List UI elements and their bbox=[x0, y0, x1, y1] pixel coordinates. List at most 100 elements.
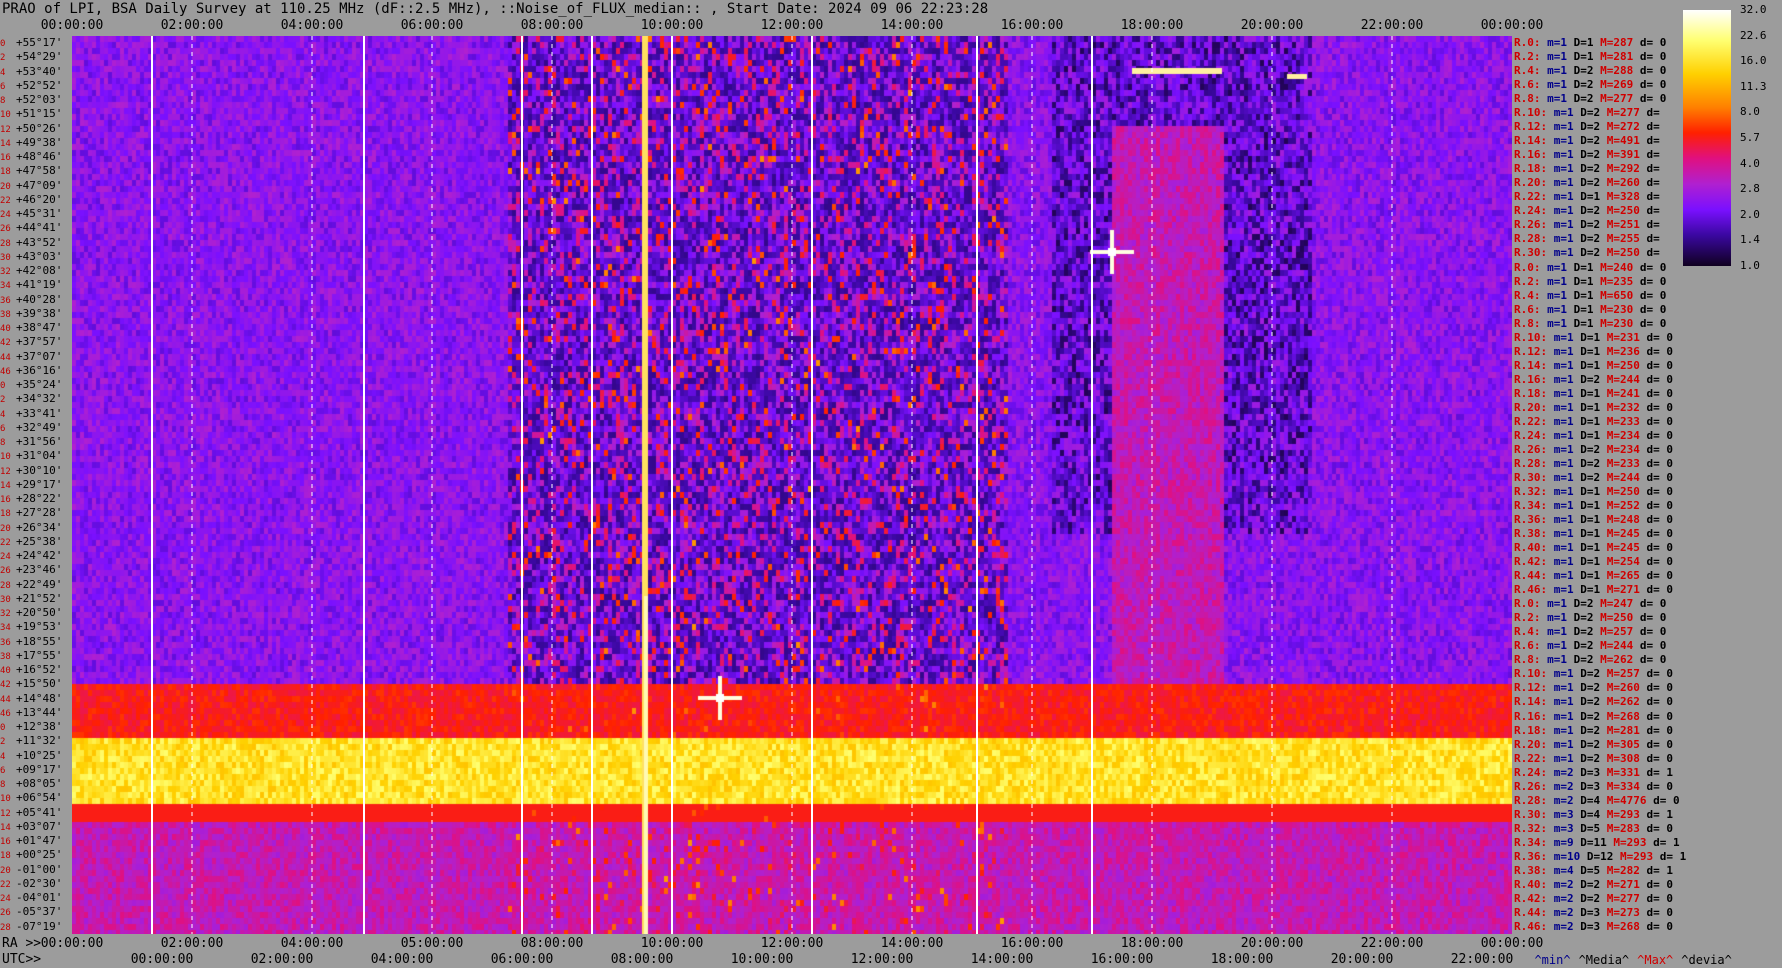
stats-mx: M=308 bbox=[1606, 751, 1647, 765]
stats-m: m=3 bbox=[1553, 807, 1581, 821]
dec-row-index: 38 bbox=[0, 309, 11, 320]
stats-m: m=1 bbox=[1553, 470, 1581, 484]
utc-tick: 20:00:00 bbox=[1330, 952, 1394, 967]
stats-mx: M=240 bbox=[1600, 260, 1640, 274]
stats-r: R.8: bbox=[1514, 92, 1548, 106]
stats-row: R.10: m=1 D=2 M=257 d= 0 bbox=[1514, 667, 1680, 681]
stats-r: R.44: bbox=[1514, 905, 1554, 919]
stats-m: m=1 bbox=[1547, 639, 1574, 653]
dec-row-index: 32 bbox=[0, 609, 11, 620]
stats-dv: d= 0 bbox=[1646, 330, 1680, 344]
stats-dv: d= 0 bbox=[1646, 485, 1680, 498]
dec-row-index: 28 bbox=[0, 580, 11, 591]
stats-r: R.30: bbox=[1514, 807, 1554, 821]
dec-value: +12°38' bbox=[16, 720, 63, 734]
stats-dv: d= bbox=[1646, 190, 1667, 204]
dec-value: +47°09' bbox=[16, 178, 63, 192]
stats-dv: d= 1 bbox=[1653, 835, 1687, 849]
stats-m: m=1 bbox=[1547, 611, 1574, 625]
stats-m: m=1 bbox=[1553, 190, 1581, 204]
dec-value: +42°08' bbox=[16, 264, 63, 278]
ra-tick: 20:00:00 bbox=[1240, 936, 1304, 951]
stats-m: m=1 bbox=[1553, 162, 1581, 176]
stats-d: D=1 bbox=[1573, 316, 1601, 330]
colorbar-tick: 22.6 bbox=[1740, 28, 1767, 42]
dec-label: 8 +08°05' bbox=[0, 777, 72, 792]
top-time-tick: 20:00:00 bbox=[1240, 18, 1304, 33]
stats-dv: d= 0 bbox=[1639, 288, 1673, 302]
dec-row-index: 8 bbox=[0, 438, 6, 449]
stats-d: D=1 bbox=[1573, 36, 1601, 49]
stats-mx: M=491 bbox=[1606, 134, 1647, 148]
stats-row: R.16: m=1 D=2 M=244 d= 0 bbox=[1514, 373, 1680, 387]
stats-mx: M=265 bbox=[1606, 569, 1647, 583]
stats-dv: d= 0 bbox=[1646, 877, 1680, 891]
stats-d: D=5 bbox=[1580, 821, 1607, 835]
dec-value: +03°07' bbox=[16, 819, 63, 833]
dec-label: 18 +47°58' bbox=[0, 164, 72, 179]
stats-row: R.38: m=1 D=1 M=245 d= 0 bbox=[1514, 527, 1680, 541]
stats-dv: d= 0 bbox=[1639, 653, 1673, 667]
dec-value: +09°17' bbox=[16, 762, 63, 776]
stats-dv: d= bbox=[1646, 162, 1667, 176]
stats-dv: d= 0 bbox=[1639, 50, 1673, 64]
stats-row: R.6: m=1 D=2 M=244 d= 0 bbox=[1514, 639, 1673, 653]
stats-d: D=1 bbox=[1573, 288, 1601, 302]
dec-row-index: 8 bbox=[0, 780, 6, 791]
dec-value: +27°28' bbox=[16, 506, 63, 520]
dec-row-index: 20 bbox=[0, 523, 11, 534]
stats-dv: d= 0 bbox=[1646, 569, 1680, 583]
ra-tick: 18:00:00 bbox=[1120, 936, 1184, 951]
stats-dv: d= 0 bbox=[1646, 695, 1680, 709]
stats-d: D=2 bbox=[1580, 134, 1607, 148]
stats-row: R.30: m=3 D=4 M=293 d= 1 bbox=[1514, 808, 1680, 822]
stats-mx: M=234 bbox=[1606, 428, 1647, 442]
dec-row-index: 14 bbox=[0, 138, 11, 149]
dec-value: +23°46' bbox=[16, 563, 63, 577]
dec-row-index: 12 bbox=[0, 466, 11, 477]
stats-r: R.28: bbox=[1514, 456, 1554, 470]
stats-mx: M=236 bbox=[1606, 344, 1647, 358]
dec-label: 22 +25°38' bbox=[0, 535, 72, 550]
colorbar-tick: 2.8 bbox=[1740, 182, 1760, 196]
dec-value: +36°16' bbox=[16, 363, 63, 377]
stats-d: D=1 bbox=[1580, 330, 1607, 344]
stats-m: m=1 bbox=[1553, 330, 1581, 344]
dec-value: +31°56' bbox=[16, 435, 63, 449]
dec-label: 10 +31°04' bbox=[0, 449, 72, 464]
dec-row-index: 32 bbox=[0, 267, 11, 278]
dec-label: 18 +27°28' bbox=[0, 506, 72, 521]
dec-row-index: 30 bbox=[0, 594, 11, 605]
stats-dv: d= 0 bbox=[1646, 723, 1680, 737]
dec-label: 6 +32°49' bbox=[0, 421, 72, 436]
stats-r: R.38: bbox=[1514, 527, 1554, 541]
stats-mx: M=287 bbox=[1600, 36, 1640, 49]
stats-m: m=1 bbox=[1547, 36, 1574, 49]
stats-dv: d= 0 bbox=[1646, 499, 1680, 513]
stats-m: m=1 bbox=[1547, 260, 1574, 274]
stats-d: D=2 bbox=[1580, 737, 1607, 751]
stats-mx: M=271 bbox=[1606, 583, 1647, 597]
stats-r: R.26: bbox=[1514, 218, 1554, 232]
colorbar-tick: 11.3 bbox=[1740, 79, 1767, 93]
stats-m: m=1 bbox=[1547, 625, 1574, 639]
stats-m: m=3 bbox=[1553, 821, 1581, 835]
dec-row-index: 18 bbox=[0, 167, 11, 178]
dec-value: +52°03' bbox=[16, 93, 63, 107]
stats-m: m=1 bbox=[1547, 50, 1574, 64]
dec-value: +37°07' bbox=[16, 349, 63, 363]
stats-mx: M=230 bbox=[1600, 302, 1640, 316]
dec-row-index: 30 bbox=[0, 252, 11, 263]
dec-row-index: 8 bbox=[0, 96, 6, 107]
stats-d: D=1 bbox=[1580, 344, 1607, 358]
stats-m: m=1 bbox=[1553, 499, 1581, 513]
stats-r: R.22: bbox=[1514, 414, 1554, 428]
top-time-tick: 16:00:00 bbox=[1000, 18, 1064, 33]
dec-label: 12 +05°41' bbox=[0, 806, 72, 821]
stats-mx: M=293 bbox=[1620, 849, 1660, 863]
dec-value: +16°52' bbox=[16, 663, 63, 677]
dec-value: +40°28' bbox=[16, 292, 63, 306]
dec-value: +26°34' bbox=[16, 520, 63, 534]
stats-d: D=2 bbox=[1580, 695, 1607, 709]
top-time-tick: 18:00:00 bbox=[1120, 18, 1184, 33]
